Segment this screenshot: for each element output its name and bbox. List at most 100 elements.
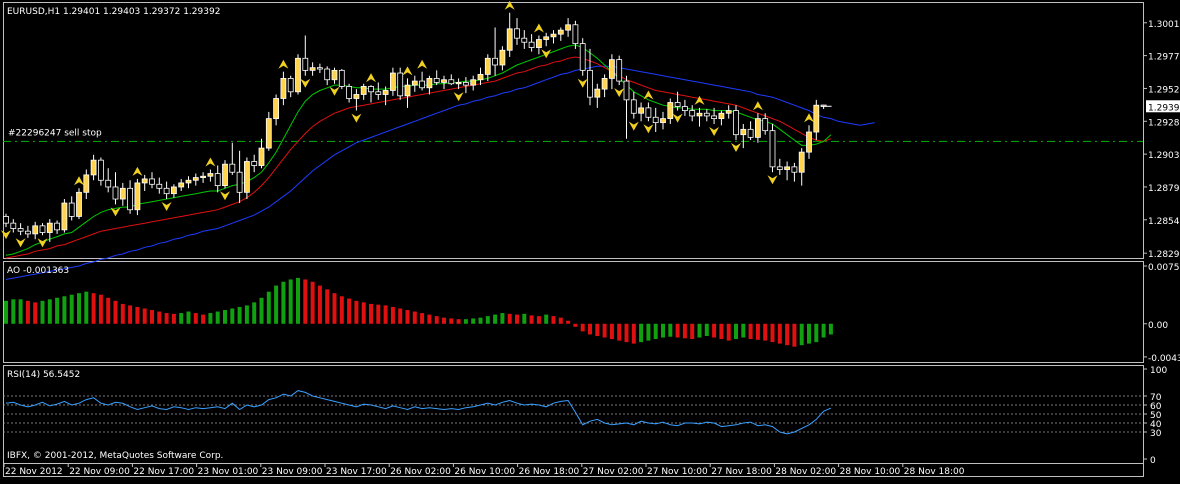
- candle: [338, 69, 345, 90]
- ao-bar-down: [515, 314, 519, 324]
- ao-bar-up: [208, 313, 213, 324]
- ao-bar-down: [427, 314, 432, 324]
- candle-body-bear: [616, 59, 623, 82]
- candle-body-bear: [39, 225, 46, 233]
- ao-bar-up: [288, 279, 293, 324]
- ao-y-tick-label: 0.00756: [1148, 263, 1180, 273]
- candle-body-bull: [813, 104, 820, 133]
- candle-body-bull: [506, 28, 513, 51]
- candle-body-bull: [557, 29, 564, 35]
- candle-body-bull: [536, 39, 542, 48]
- candle-body-bear: [149, 178, 155, 185]
- ao-bar-down: [325, 289, 330, 324]
- candle-body-bull: [185, 179, 192, 184]
- ao-bar-up: [244, 305, 249, 324]
- candle: [134, 178, 141, 216]
- ao-bar-down: [566, 320, 571, 324]
- candle-body-bull: [32, 225, 39, 235]
- ao-bar-down: [792, 323, 797, 347]
- candle-body-bear: [156, 183, 163, 189]
- ao-bar-down: [135, 306, 140, 324]
- candle: [733, 105, 739, 141]
- candle-body-bear: [462, 82, 469, 86]
- ao-bar-down: [361, 302, 366, 324]
- candle-body-bull: [331, 69, 338, 81]
- mt4-chart-window[interactable]: 1.30015 1.29770 1.29525 1.29280 1.29035 1.287…: [0, 0, 1180, 480]
- ao-bar-up: [296, 277, 300, 324]
- ao-bar-down: [631, 323, 636, 344]
- candle-body-bear: [674, 102, 681, 107]
- candle-body-bear: [703, 112, 710, 117]
- candle-body-bear: [514, 28, 520, 39]
- ao-bar-up: [544, 314, 549, 324]
- candle-body-bull: [667, 102, 674, 120]
- ao-title: AO -0.001363: [7, 266, 69, 276]
- candle-body-bear: [572, 24, 579, 44]
- candle-body-bear: [229, 163, 236, 173]
- candle-body-bear: [492, 57, 499, 66]
- candle-body-bull: [455, 82, 462, 85]
- candle-body-bear: [623, 80, 630, 101]
- ao-bar-up: [807, 323, 811, 344]
- ao-bar-up: [84, 291, 89, 324]
- candle-body-bull: [178, 182, 185, 188]
- main-y-tick-label: 1.29525: [1148, 85, 1180, 95]
- ao-bar-down: [405, 310, 410, 324]
- ao-bar-down: [142, 308, 147, 324]
- ao-bar-down: [201, 314, 206, 324]
- candle-body-bull: [90, 159, 97, 176]
- candle-body-bear: [10, 222, 17, 229]
- candle-body-bull: [389, 72, 396, 91]
- x-tick-label: 22 Nov 17:00: [133, 467, 194, 477]
- ao-bar-up: [821, 323, 826, 338]
- candle-body-bull: [265, 118, 272, 149]
- x-tick-label: 27 Nov 10:00: [647, 467, 708, 477]
- candle-body-bear: [375, 91, 382, 95]
- candle-body-bear: [762, 118, 769, 132]
- ao-bar-up: [639, 323, 644, 343]
- ao-bar-down: [573, 323, 578, 327]
- ao-bar-up: [741, 323, 746, 338]
- candle-body-bear: [54, 222, 60, 231]
- candle-body-bull: [755, 118, 761, 138]
- candle-body-bear: [338, 69, 345, 87]
- candle-body-bear: [747, 128, 754, 138]
- candle-body-bull: [273, 98, 280, 120]
- candle: [222, 160, 228, 189]
- candle-body-bull: [141, 178, 148, 184]
- candle: [769, 123, 776, 173]
- ao-bar-down: [412, 311, 417, 324]
- candle-body-bull: [83, 174, 90, 193]
- ao-bar-up: [471, 318, 476, 324]
- candle-body-bull: [46, 222, 53, 233]
- candle-body-bear: [24, 230, 31, 235]
- candle-body-bull: [61, 202, 68, 231]
- candle-body-bear: [528, 41, 535, 48]
- x-tick-label: 26 Nov 02:00: [390, 467, 451, 477]
- candle-body-bear: [316, 67, 323, 70]
- x-tick-label: 27 Nov 02:00: [583, 467, 644, 477]
- ao-bar-up: [734, 323, 738, 340]
- x-tick-label: 23 Nov 17:00: [326, 467, 387, 477]
- x-tick-label: 22 Nov 2012: [5, 467, 63, 477]
- ao-bar-down: [690, 323, 695, 340]
- copyright-text: IBFX, © 2001-2012, MetaQuotes Software C…: [7, 451, 223, 461]
- ao-bar-up: [55, 297, 60, 324]
- ao-bar-down: [150, 310, 154, 324]
- ao-bar-down: [157, 311, 162, 324]
- candle-body-bear: [433, 77, 440, 83]
- ao-bar-up: [252, 302, 257, 324]
- ao-bar-down: [420, 313, 425, 324]
- ao-bar-down: [777, 323, 782, 344]
- candle-body-bull: [119, 187, 126, 200]
- chart-canvas[interactable]: 1.30015 1.29770 1.29525 1.29280 1.29035 1.287…: [0, 0, 1180, 480]
- candle-body-bull: [740, 128, 747, 136]
- current-price-label: 1.29392: [1148, 103, 1180, 113]
- ao-bar-down: [507, 313, 512, 324]
- candle-body-bear: [127, 187, 133, 211]
- ao-bar-up: [704, 323, 709, 336]
- main-y-tick-label: 1.30015: [1148, 20, 1180, 30]
- candle-body-bear: [791, 166, 798, 173]
- ao-bar-up: [828, 323, 833, 335]
- ao-bar-up: [485, 316, 490, 324]
